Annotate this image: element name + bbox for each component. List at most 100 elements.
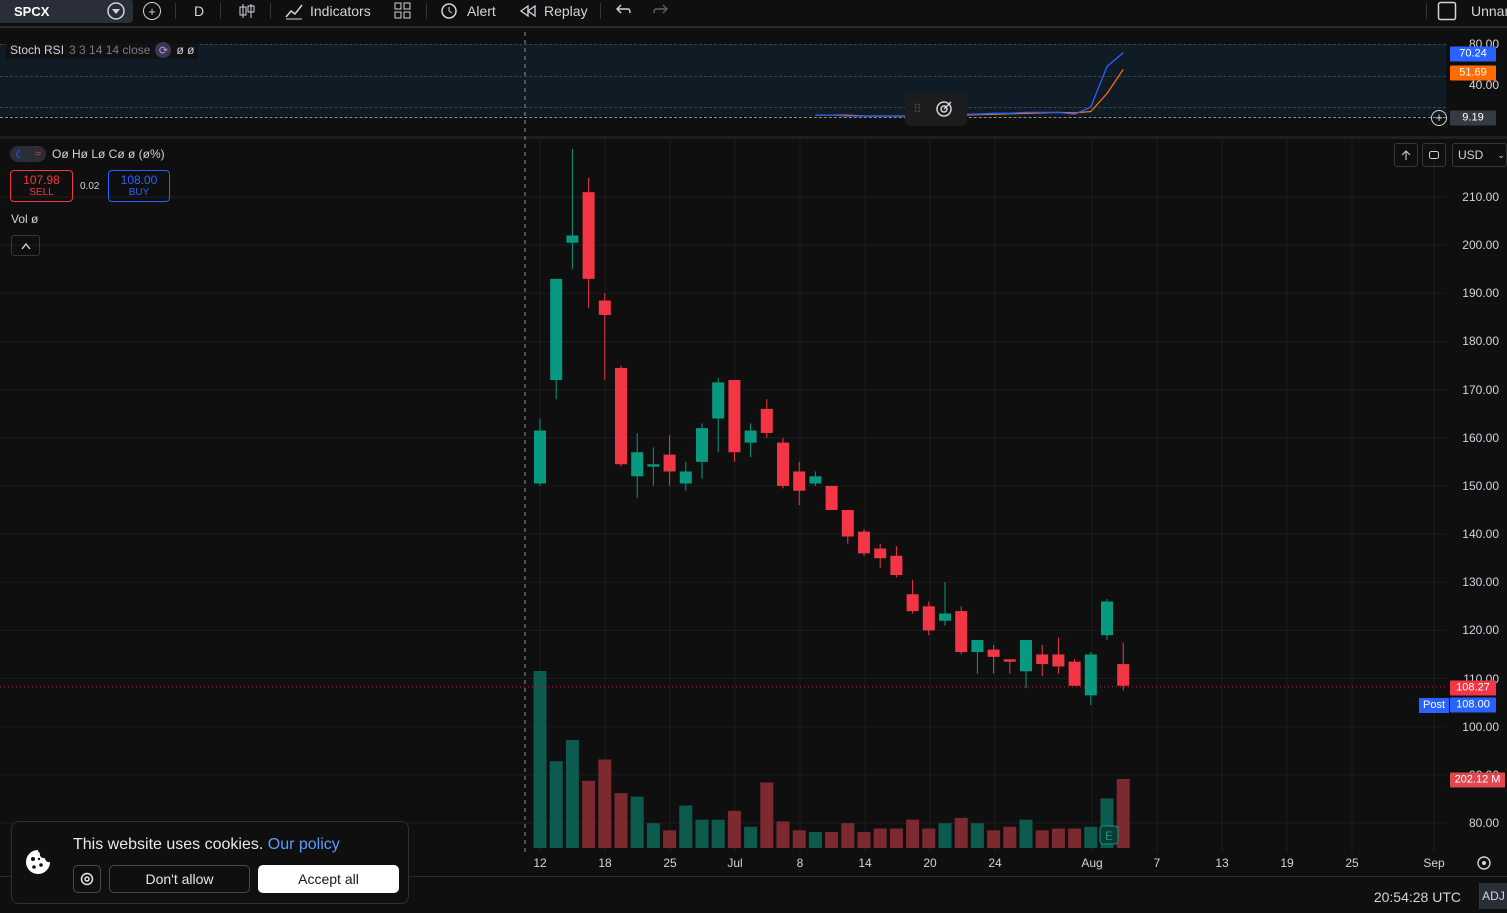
stoch-d-line bbox=[815, 69, 1124, 117]
volume-bar bbox=[598, 759, 612, 848]
volume-bar bbox=[776, 821, 790, 848]
candle-body bbox=[1117, 664, 1130, 686]
volume-bar bbox=[808, 832, 822, 848]
collapse-legend-button[interactable] bbox=[11, 235, 40, 256]
layout-name[interactable]: Unnar bbox=[1471, 0, 1507, 22]
volume-legend[interactable]: Vol ø bbox=[11, 212, 38, 226]
volume-bar bbox=[679, 805, 693, 848]
candle-body bbox=[825, 485, 838, 510]
buy-label: BUY bbox=[128, 187, 150, 198]
floating-toolbar[interactable]: ⠿ bbox=[905, 92, 967, 126]
candle-body bbox=[971, 640, 984, 653]
price-label: 100.00 bbox=[1462, 719, 1499, 734]
cookie-text: This website uses cookies. bbox=[73, 836, 264, 853]
volume-bar bbox=[938, 823, 952, 848]
axis-settings-icon[interactable] bbox=[1475, 854, 1493, 872]
volume-bar bbox=[1003, 826, 1017, 848]
time-label: 24 bbox=[988, 856, 1002, 870]
candle-body bbox=[647, 464, 660, 467]
sell-price: 107.98 bbox=[23, 173, 60, 187]
volume-bar bbox=[954, 817, 968, 848]
candle-body bbox=[858, 531, 870, 554]
sell-label: SELL bbox=[29, 187, 54, 198]
last-price-badge: 108.27 bbox=[1450, 680, 1496, 696]
candle-body bbox=[615, 367, 627, 465]
candle-body bbox=[1052, 654, 1065, 667]
time-label: 7 bbox=[1153, 856, 1161, 870]
price-label: 150.00 bbox=[1462, 478, 1499, 493]
candle-body bbox=[744, 430, 757, 443]
volume-bar bbox=[549, 761, 563, 848]
buy-button[interactable]: 108.00 BUY bbox=[108, 170, 170, 202]
candle-body bbox=[760, 408, 773, 433]
refresh-icon[interactable]: ⟳ bbox=[155, 42, 172, 58]
candle-body bbox=[1101, 601, 1113, 636]
cookie-banner: This website uses cookies. Our policy Do… bbox=[11, 821, 409, 904]
volume-bar bbox=[565, 740, 579, 848]
chevron-up-icon bbox=[20, 242, 31, 249]
volume-bar bbox=[1019, 819, 1033, 848]
volume-bar bbox=[792, 830, 806, 848]
time-label: 13 bbox=[1215, 856, 1229, 870]
currency-label: USD bbox=[1458, 148, 1484, 162]
candle-body bbox=[939, 613, 951, 621]
candle-body bbox=[663, 454, 676, 472]
accept-all-button[interactable]: Accept all bbox=[258, 865, 399, 893]
time-label: Sep bbox=[1423, 856, 1445, 870]
candle-body bbox=[1003, 659, 1016, 662]
adj-toggle[interactable]: ADJ bbox=[1479, 883, 1507, 909]
time-label: 25 bbox=[663, 856, 677, 870]
sell-button[interactable]: 107.98 SELL bbox=[10, 170, 73, 202]
volume-bar bbox=[987, 830, 1001, 848]
candle-body bbox=[890, 555, 903, 576]
gear-icon bbox=[80, 872, 94, 886]
volume-bar bbox=[970, 823, 984, 848]
dont-allow-button[interactable]: Don't allow bbox=[109, 865, 250, 893]
stoch-rsi-legend[interactable]: Stoch RSI 3 3 14 14 close ⟳ ø ø bbox=[6, 41, 199, 59]
candle-body bbox=[631, 452, 644, 477]
buy-price: 108.00 bbox=[120, 173, 158, 187]
candle-body bbox=[679, 471, 692, 484]
crosshair-value-badge: 9.19 bbox=[1450, 110, 1496, 126]
auto-scale-button[interactable] bbox=[1422, 143, 1446, 167]
chevron-down-icon: ⌄ bbox=[1497, 149, 1505, 160]
volume-bar bbox=[1068, 828, 1082, 848]
spread-value: 0.02 bbox=[80, 181, 100, 192]
volume-bar bbox=[711, 819, 725, 848]
volume-bar bbox=[1084, 826, 1098, 848]
main-chart-canvas[interactable]: E bbox=[0, 0, 1446, 852]
candle-body bbox=[1068, 661, 1081, 686]
candle-body bbox=[922, 606, 935, 631]
cookie-policy-link[interactable]: Our policy bbox=[268, 836, 340, 853]
post-price-badge: 108.00 bbox=[1450, 697, 1496, 713]
candle-body bbox=[728, 379, 741, 453]
candle-body bbox=[696, 428, 708, 462]
candle-body bbox=[793, 471, 806, 491]
main-series-legend[interactable]: ☾ ≈ Oø Hø Lø Cø ø (ø%) bbox=[10, 146, 165, 162]
add-alert-icon[interactable]: + bbox=[1431, 110, 1447, 126]
volume-bar bbox=[1051, 828, 1065, 848]
time-label: Jul bbox=[727, 856, 743, 870]
time-label: 8 bbox=[796, 856, 804, 870]
volume-bar bbox=[873, 828, 887, 848]
candle-body bbox=[598, 300, 611, 315]
price-label: 200.00 bbox=[1462, 238, 1499, 253]
candle-body bbox=[712, 382, 725, 419]
volume-badge: 202.12 M bbox=[1450, 772, 1505, 788]
candle-body bbox=[777, 442, 789, 486]
volume-bar bbox=[841, 823, 855, 848]
target-icon[interactable] bbox=[934, 99, 954, 119]
price-label: 80.00 bbox=[1468, 816, 1499, 830]
cookie-settings-button[interactable] bbox=[73, 865, 101, 893]
candle-body bbox=[809, 476, 822, 484]
volume-bar bbox=[1035, 830, 1049, 848]
utc-clock[interactable]: 20:54:28 UTC bbox=[1374, 889, 1461, 905]
time-label: Aug bbox=[1081, 856, 1103, 870]
scroll-up-button[interactable] bbox=[1394, 143, 1418, 167]
cookie-icon bbox=[26, 850, 50, 874]
currency-select[interactable]: USD ⌄ bbox=[1452, 143, 1507, 167]
drag-handle-icon[interactable]: ⠿ bbox=[913, 102, 922, 116]
stoch-rsi-params: 3 3 14 14 close bbox=[69, 43, 151, 57]
market-status-icon[interactable]: ☾ ≈ bbox=[10, 146, 46, 162]
volume-bar bbox=[906, 819, 920, 848]
